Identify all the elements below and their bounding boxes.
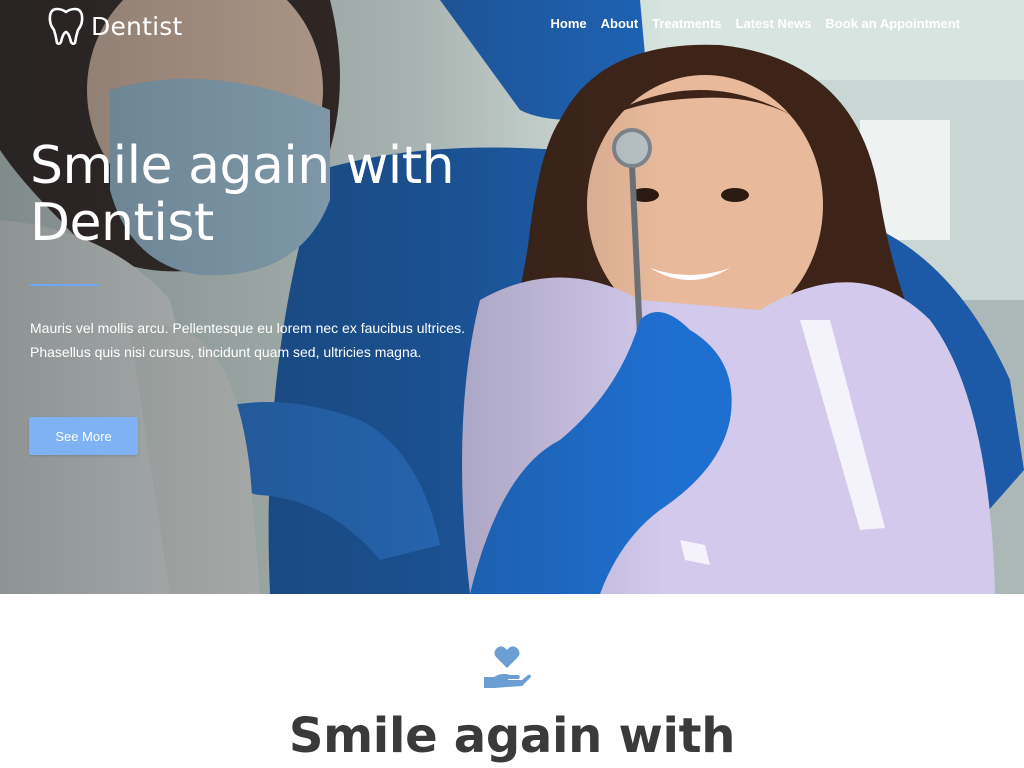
brand-logo[interactable]: Dentist bbox=[47, 6, 182, 46]
nav-item-latest-news[interactable]: Latest News bbox=[736, 16, 812, 31]
nav-item-book-appointment[interactable]: Book an Appointment bbox=[825, 16, 960, 31]
brand-name: Dentist bbox=[91, 11, 183, 41]
main-navigation: Home About Treatments Latest News Book a… bbox=[551, 16, 961, 31]
nav-item-treatments[interactable]: Treatments bbox=[652, 16, 721, 31]
intro-section: Smile again with bbox=[0, 594, 1024, 768]
nav-item-home[interactable]: Home bbox=[551, 16, 587, 31]
nav-item-about[interactable]: About bbox=[601, 16, 639, 31]
hero-title: Smile again with Dentist bbox=[30, 136, 455, 253]
hero-section: Dentist Home About Treatments Latest New… bbox=[0, 0, 1024, 594]
see-more-button[interactable]: See More bbox=[29, 417, 138, 455]
hero-description: Mauris vel mollis arcu. Pellentesque eu … bbox=[30, 320, 465, 360]
hero-overlay bbox=[0, 0, 1024, 594]
heart-in-hand-icon bbox=[484, 646, 531, 688]
hero-divider bbox=[30, 284, 99, 286]
tooth-icon bbox=[48, 7, 84, 46]
section-title: Smile again with bbox=[288, 708, 736, 764]
